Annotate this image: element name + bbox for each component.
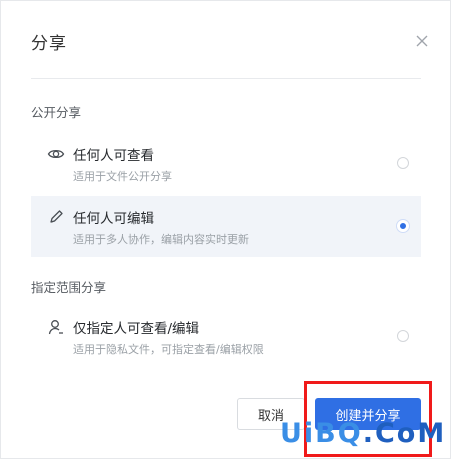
public-share-label: 公开分享 (31, 105, 82, 120)
option-anyone-view[interactable]: 任何人可查看 适用于文件公开分享 (31, 133, 421, 194)
radio-anyone-edit[interactable] (397, 220, 409, 232)
restricted-share-label: 指定范围分享 (31, 280, 107, 295)
option-description: 适用于多人协作，编辑内容实时更新 (73, 233, 249, 246)
radio-specified-people[interactable] (397, 330, 409, 342)
radio-anyone-view[interactable] (397, 157, 409, 169)
eye-icon (47, 149, 65, 159)
close-icon[interactable] (412, 31, 432, 51)
option-anyone-edit[interactable]: 任何人可编辑 适用于多人协作，编辑内容实时更新 (31, 196, 421, 257)
dialog-title: 分享 (31, 34, 67, 54)
option-title: 仅指定人可查看/编辑 (73, 321, 200, 337)
option-specified-people[interactable]: 仅指定人可查看/编辑 适用于隐私文件，可指定查看/编辑权限 (31, 306, 421, 367)
create-and-share-button[interactable]: 创建并分享 (315, 398, 421, 430)
option-description: 适用于隐私文件，可指定查看/编辑权限 (73, 343, 264, 356)
option-title: 任何人可编辑 (73, 211, 154, 227)
option-title: 任何人可查看 (73, 148, 154, 164)
header-divider (31, 78, 421, 79)
share-dialog: 分享 公开分享 任何人可查看 适用于文件公开分享 任何人可编辑 适用于多人协作，… (0, 0, 451, 459)
pencil-icon (50, 210, 63, 223)
cancel-button[interactable]: 取消 (237, 398, 305, 430)
user-icon (48, 320, 63, 335)
option-description: 适用于文件公开分享 (73, 170, 172, 183)
